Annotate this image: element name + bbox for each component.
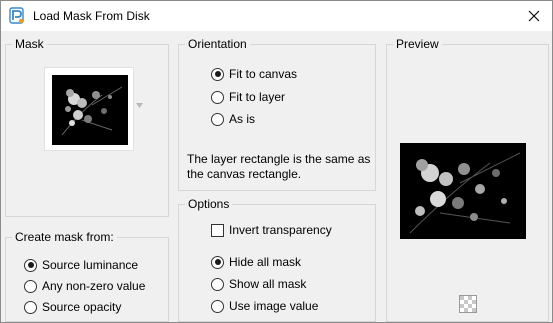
radio-label: Fit to canvas [229,67,298,81]
window-title: Load Mask From Disk [33,9,150,23]
radio-label: As is [229,112,256,126]
radio-as-is[interactable]: As is [211,111,255,127]
radio-button[interactable] [24,279,37,293]
radio-fit-to-canvas[interactable]: Fit to canvas [211,66,297,82]
close-icon [528,10,540,22]
radio-button[interactable] [211,299,224,313]
checkbox-label: Invert transparency [229,223,332,237]
close-button[interactable] [522,5,546,27]
radio-button[interactable] [211,112,224,126]
app-icon [9,7,24,24]
preview-group: Preview [386,37,549,322]
preview-image [400,143,526,239]
preview-legend: Preview [393,37,442,51]
radio-button[interactable] [24,300,37,314]
radio-source-opacity[interactable]: Source opacity [24,299,121,315]
radio-any-non-zero-value[interactable]: Any non-zero value [24,278,145,294]
options-legend: Options [185,197,233,211]
radio-source-luminance[interactable]: Source luminance [24,257,138,273]
orientation-legend: Orientation [185,37,250,51]
mask-legend: Mask [12,37,47,51]
options-group: Options Invert transparency Hide all mas… [178,197,376,322]
radio-label: Source opacity [42,300,122,314]
checkbox[interactable] [211,223,224,237]
create-mask-from-legend: Create mask from: [12,230,117,244]
checkerboard-icon[interactable] [459,295,477,313]
create-mask-from-group: Create mask from: Source luminance Any n… [5,230,169,322]
orientation-group: Orientation Fit to canvas Fit to layer A… [178,37,376,191]
radio-show-all-mask[interactable]: Show all mask [211,276,306,292]
radio-label: Any non-zero value [42,279,146,293]
radio-button[interactable] [211,277,224,291]
chevron-down-icon[interactable] [136,103,143,109]
checkbox-invert-transparency[interactable]: Invert transparency [211,222,332,238]
radio-button[interactable] [211,90,224,104]
radio-use-image-value[interactable]: Use image value [211,298,318,314]
radio-label: Hide all mask [229,255,302,269]
mask-group: Mask [5,37,169,217]
load-mask-dialog: Load Mask From Disk Mask Create mask fro… [0,0,553,323]
orientation-description: The layer rectangle is the same as the c… [187,152,371,181]
radio-label: Fit to layer [229,90,286,104]
radio-label: Show all mask [229,277,307,291]
radio-button[interactable] [211,255,224,269]
radio-label: Use image value [229,299,319,313]
preview-picture [400,143,526,239]
radio-label: Source luminance [42,258,139,272]
radio-hide-all-mask[interactable]: Hide all mask [211,254,301,270]
radio-button[interactable] [211,67,224,81]
title-bar: Load Mask From Disk [1,1,552,31]
mask-image [52,75,128,145]
radio-button[interactable] [24,258,37,272]
radio-fit-to-layer[interactable]: Fit to layer [211,89,285,105]
mask-thumbnail[interactable] [44,67,134,151]
